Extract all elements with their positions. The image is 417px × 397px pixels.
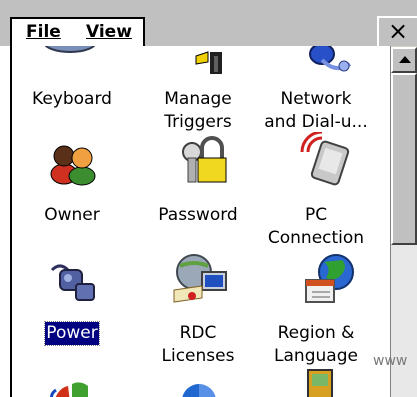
manage-triggers-label[interactable]: Manage Triggers [138, 88, 258, 134]
scroll-thumb[interactable] [391, 73, 417, 245]
rdc-licenses-label[interactable]: RDC Licenses [138, 322, 258, 368]
pc-connection-label-line1: PC [304, 205, 328, 225]
manage-triggers-label-line2: Triggers [164, 112, 232, 132]
arrow-up-icon [399, 56, 411, 63]
rdc-licenses-label-line1: RDC [179, 323, 217, 343]
keyboard-label-line1: Keyboard [32, 89, 112, 109]
menu-group: File View [10, 17, 145, 46]
manage-triggers-label-line1: Manage [164, 89, 232, 109]
keyboard-icon[interactable] [40, 46, 100, 70]
password-label-line1: Password [158, 205, 238, 225]
network-label[interactable]: Network and Dial-u... [256, 88, 376, 134]
watermark-text: www [373, 353, 408, 369]
power-label-line1: Power [44, 321, 100, 346]
menu-bar: File View × [0, 0, 417, 46]
password-icon[interactable] [174, 136, 228, 190]
pc-connection-label[interactable]: PC Connection [256, 204, 376, 250]
owner-icon[interactable] [48, 140, 98, 190]
view-menu-label: View [86, 22, 132, 42]
network-label-line1: Network [280, 89, 352, 109]
region-language-icon[interactable] [302, 252, 358, 310]
region-language-label[interactable]: Region & Language [256, 322, 376, 368]
phone-icon[interactable] [302, 368, 338, 397]
region-language-label-line2: Language [274, 346, 358, 366]
windows-flag-icon[interactable] [48, 372, 98, 397]
keyboard-label[interactable]: Keyboard [12, 88, 132, 111]
rdc-licenses-label-line2: Licenses [161, 346, 235, 366]
file-menu-label: File [26, 22, 61, 42]
pc-connection-icon[interactable] [300, 130, 352, 190]
file-menu[interactable]: File [26, 22, 61, 42]
icon-grid: Keyboard Manage Triggers Network and Dia… [12, 46, 390, 397]
pc-connection-label-line2: Connection [267, 228, 365, 248]
power-icon[interactable] [48, 258, 100, 310]
scroll-up-button[interactable] [391, 47, 417, 73]
view-menu[interactable]: View [86, 22, 132, 42]
power-label[interactable]: Power [12, 321, 132, 346]
network-icon[interactable] [300, 46, 360, 80]
rdc-licenses-icon[interactable] [172, 252, 232, 310]
region-language-label-line1: Region & [277, 323, 355, 343]
owner-label[interactable]: Owner [12, 204, 132, 227]
scroll-track[interactable] [391, 245, 417, 397]
pie-chart-icon[interactable] [172, 380, 226, 397]
manage-triggers-icon[interactable] [190, 46, 230, 80]
control-panel-window: File View × Keyboard Manage Triggers Net… [0, 0, 417, 397]
owner-label-line1: Owner [44, 205, 100, 225]
close-icon: × [387, 17, 409, 45]
network-label-line2: and Dial-u... [264, 112, 368, 132]
close-button[interactable]: × [377, 16, 417, 46]
password-label[interactable]: Password [138, 204, 258, 227]
